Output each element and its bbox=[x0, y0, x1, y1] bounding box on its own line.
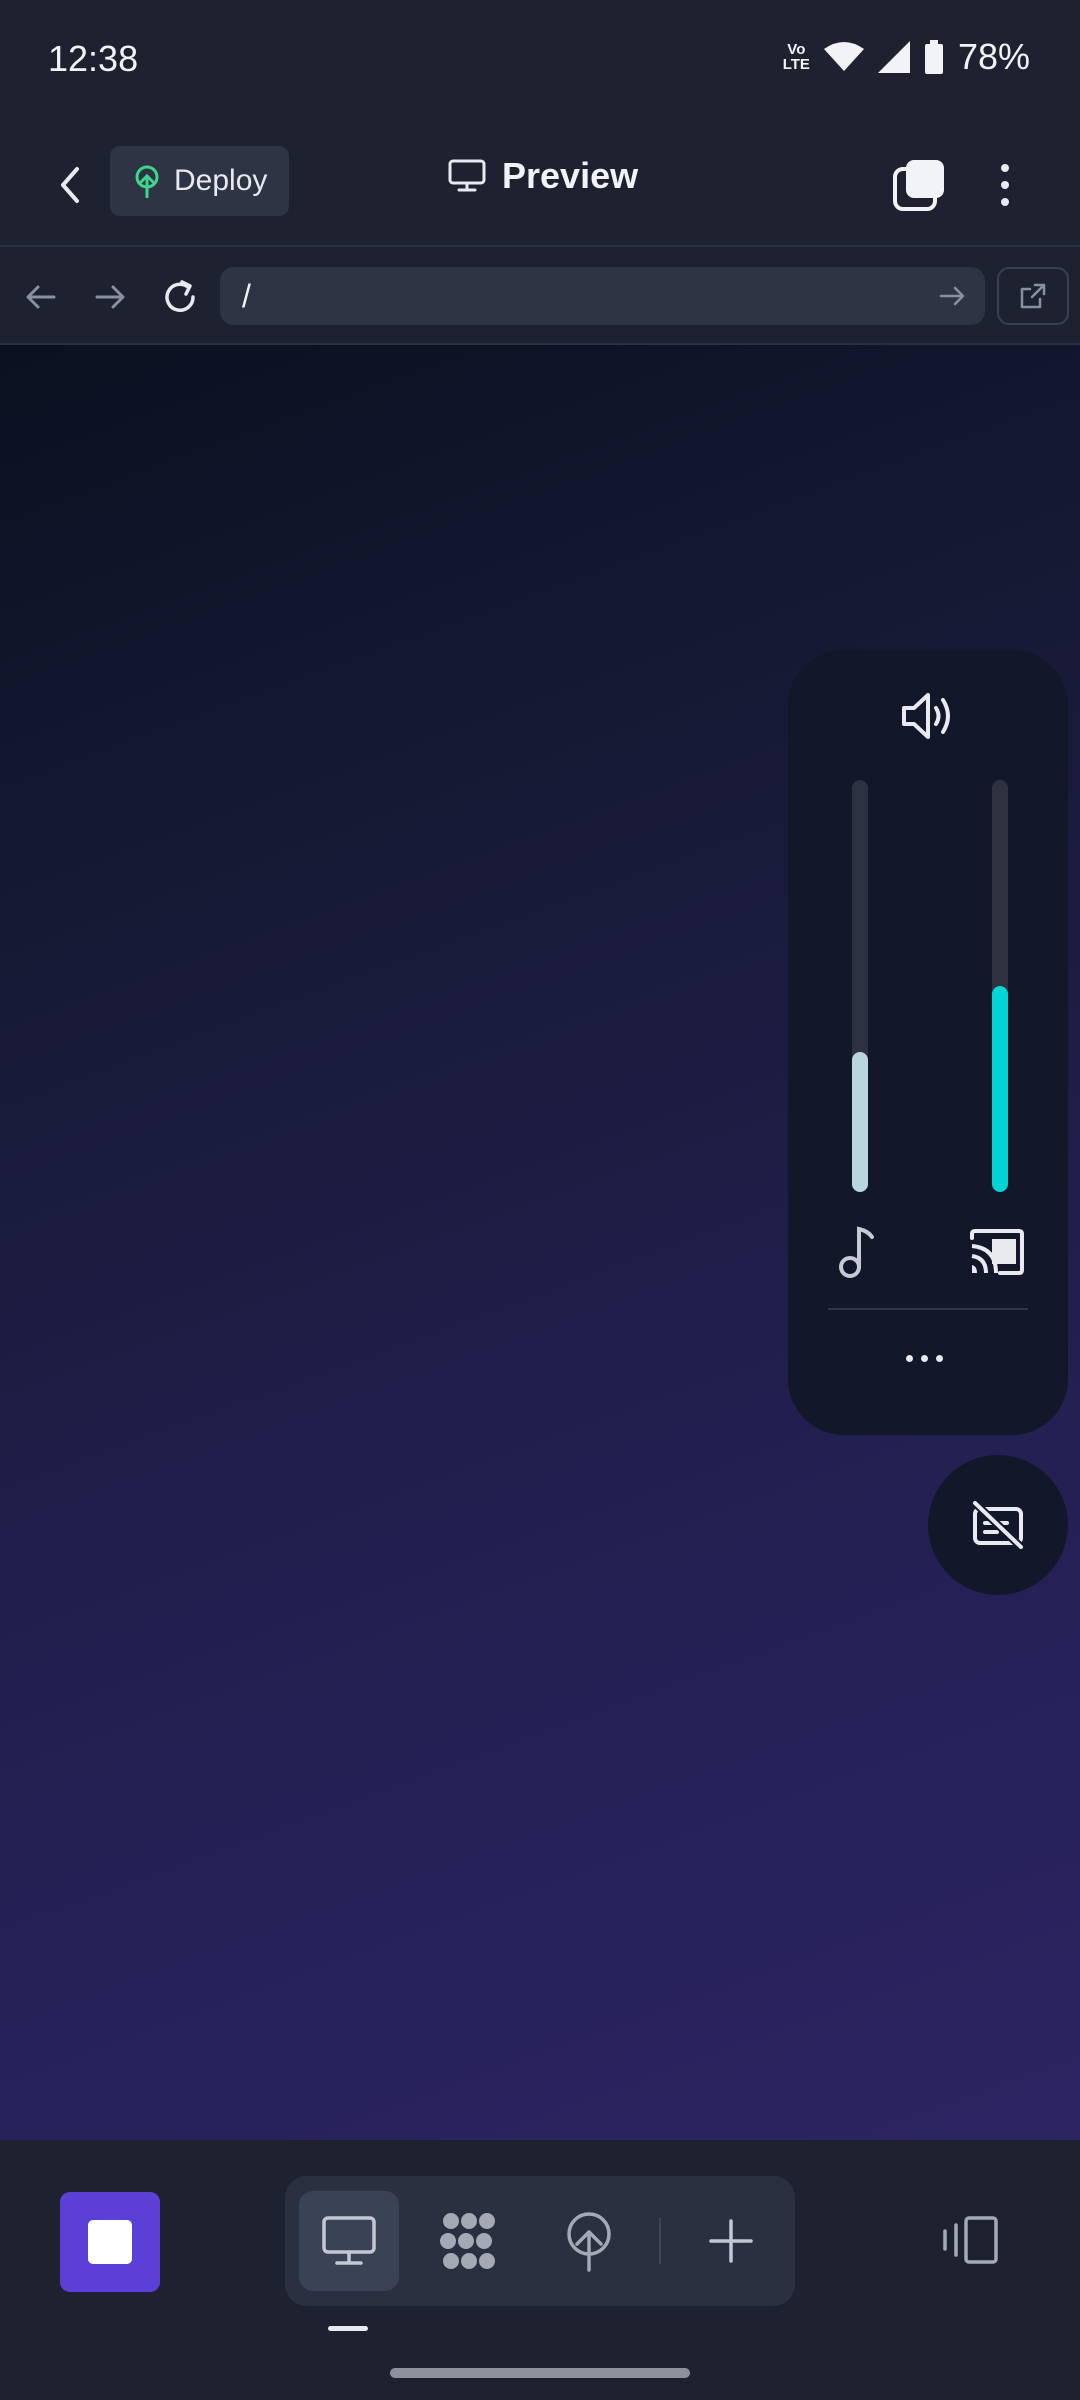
wifi-icon bbox=[823, 42, 864, 71]
cast-volume-level bbox=[992, 986, 1008, 1192]
back-button[interactable] bbox=[40, 155, 100, 215]
more-dot bbox=[921, 1355, 928, 1362]
monitor-icon bbox=[322, 2216, 376, 2265]
mode-separator bbox=[659, 2218, 661, 2264]
arrow-left-icon bbox=[26, 285, 56, 309]
arrow-right-icon bbox=[95, 285, 125, 309]
status-bar: 12:38 Vo LTE 78% bbox=[0, 0, 1080, 125]
captions-off-icon bbox=[972, 1501, 1024, 1549]
open-external-button[interactable] bbox=[997, 267, 1069, 325]
mode-preview-button[interactable] bbox=[299, 2191, 399, 2291]
mode-deploy-button[interactable] bbox=[539, 2191, 639, 2291]
go-arrow-icon[interactable] bbox=[937, 281, 967, 311]
cast-stream-button[interactable] bbox=[968, 1228, 1026, 1281]
app-header: Deploy Preview bbox=[0, 125, 1080, 245]
active-mode-indicator bbox=[328, 2326, 368, 2331]
url-value: / bbox=[242, 277, 251, 314]
monitor-icon bbox=[448, 159, 486, 192]
media-volume-slider[interactable] bbox=[852, 780, 868, 1192]
speaker-icon bbox=[902, 693, 950, 739]
deploy-tree-icon bbox=[135, 165, 159, 198]
add-mode-button[interactable] bbox=[681, 2191, 781, 2291]
device-rotate-icon bbox=[943, 2216, 998, 2264]
plus-icon bbox=[709, 2219, 753, 2263]
media-volume-level bbox=[852, 1051, 868, 1192]
back-nav-button[interactable] bbox=[16, 272, 66, 322]
workspace-mode-group bbox=[285, 2176, 795, 2306]
cast-volume-slider[interactable] bbox=[992, 780, 1008, 1192]
device-rotate-button[interactable] bbox=[940, 2215, 1000, 2270]
battery-icon bbox=[924, 40, 943, 74]
deploy-button[interactable]: Deploy bbox=[110, 146, 290, 216]
speaker-button[interactable] bbox=[898, 688, 958, 749]
reload-icon bbox=[165, 280, 195, 312]
battery-percent: 78% bbox=[957, 36, 1030, 77]
more-dot bbox=[936, 1355, 943, 1362]
deploy-icon bbox=[567, 2212, 611, 2272]
more-dot bbox=[1001, 164, 1009, 172]
tabs-icon bbox=[893, 160, 944, 211]
chevron-left-icon bbox=[61, 167, 79, 203]
status-icons: Vo LTE 78% bbox=[783, 36, 1030, 78]
volume-panel bbox=[788, 650, 1068, 1435]
status-time: 12:38 bbox=[48, 38, 139, 79]
url-input[interactable]: / bbox=[220, 267, 985, 325]
more-dot bbox=[1001, 198, 1009, 206]
cast-icon bbox=[970, 1229, 1024, 1275]
tabs-button[interactable] bbox=[890, 155, 950, 215]
volte-icon: Vo LTE bbox=[782, 41, 810, 73]
panel-divider bbox=[828, 1308, 1028, 1310]
volume-settings-button[interactable] bbox=[906, 1355, 943, 1362]
page-title: Preview bbox=[448, 155, 638, 197]
signal-icon bbox=[877, 41, 910, 73]
forward-nav-button[interactable] bbox=[85, 272, 135, 322]
browser-toolbar: / bbox=[0, 245, 1080, 345]
external-link-icon bbox=[1020, 283, 1046, 309]
more-options-button[interactable] bbox=[980, 155, 1030, 215]
media-stream-button[interactable] bbox=[836, 1225, 880, 1284]
music-note-icon bbox=[839, 1226, 874, 1278]
more-dot bbox=[1001, 181, 1009, 189]
page-title-label: Preview bbox=[502, 155, 639, 196]
gesture-bar bbox=[390, 2368, 690, 2378]
bottom-toolbar bbox=[0, 2140, 1080, 2400]
captions-toggle-button[interactable] bbox=[928, 1455, 1068, 1595]
stop-button[interactable] bbox=[60, 2192, 160, 2292]
stop-icon bbox=[88, 2220, 132, 2264]
reload-button[interactable] bbox=[155, 272, 205, 322]
mode-hex-grid-button[interactable] bbox=[419, 2191, 519, 2291]
more-dot bbox=[906, 1355, 913, 1362]
hex-grid-icon bbox=[440, 2213, 495, 2269]
deploy-label: Deploy bbox=[174, 164, 268, 197]
